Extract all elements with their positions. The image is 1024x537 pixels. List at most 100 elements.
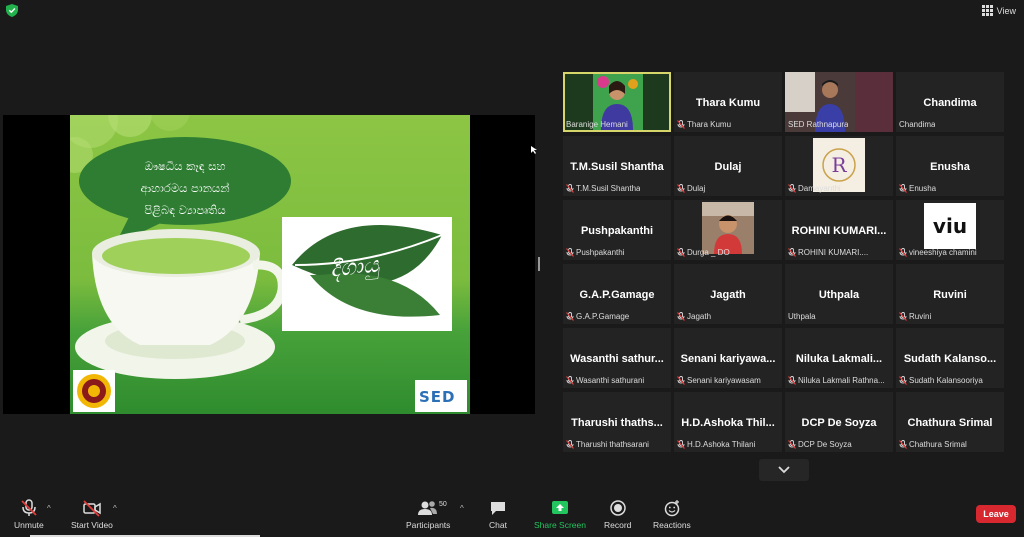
- participants-count: 50: [439, 501, 447, 508]
- participant-name: Niluka Lakmali Rathna...: [798, 376, 885, 385]
- participant-display-name: Niluka Lakmali...: [795, 353, 883, 365]
- leave-button[interactable]: Leave: [976, 505, 1016, 523]
- participants-options-caret-icon[interactable]: ^: [460, 504, 464, 513]
- reactions-label: Reactions: [653, 520, 691, 530]
- participant-tile[interactable]: Wasanthi sathur... Wasanthi sathurani: [563, 328, 671, 388]
- participant-tile[interactable]: viu vineeshiya chamini: [896, 200, 1004, 260]
- participant-name-tag: Uthpala: [788, 311, 816, 322]
- participant-tile[interactable]: Tharushi thaths... Tharushi thathsarani: [563, 392, 671, 452]
- participant-name-tag: Damayanthi: [788, 183, 841, 194]
- reactions-button[interactable]: Reactions: [653, 499, 691, 530]
- microphone-muted-icon: [566, 440, 574, 449]
- participant-display-name: ROHINI KUMARI...: [791, 225, 887, 237]
- participant-tile[interactable]: Chandima Chandima: [896, 72, 1004, 132]
- participant-tile[interactable]: Senani kariyawa... Senani kariyawasam: [674, 328, 782, 388]
- microphone-muted-icon: [677, 312, 685, 321]
- participant-name-tag: Enusha: [899, 183, 936, 194]
- share-screen-button[interactable]: Share Screen: [534, 499, 586, 530]
- participant-name-tag: Tharushi thathsarani: [566, 439, 649, 450]
- microphone-muted-icon: [677, 248, 685, 257]
- participant-tile[interactable]: SED Rathnapura: [785, 72, 893, 132]
- participant-name: Sudath Kalansooriya: [909, 376, 983, 385]
- participant-name-tag: Ruvini: [899, 311, 931, 322]
- gallery-next-page-button[interactable]: [759, 459, 809, 481]
- participant-name: T.M.Susil Shantha: [576, 184, 641, 193]
- unmute-label: Unmute: [14, 520, 44, 530]
- participant-display-name: G.A.P.Gamage: [579, 289, 655, 301]
- participant-name: Uthpala: [788, 312, 816, 321]
- participant-name-tag: DCP De Soyza: [788, 439, 852, 450]
- participant-name-tag: Durga _ DO: [677, 247, 730, 258]
- microphone-muted-icon: [566, 248, 574, 257]
- microphone-muted-icon: [566, 376, 574, 385]
- microphone-muted-icon: [566, 184, 574, 193]
- participant-name: G.A.P.Gamage: [576, 312, 630, 321]
- participant-tile[interactable]: Durga _ DO: [674, 200, 782, 260]
- participant-tile[interactable]: Chathura Srimal Chathura Srimal: [896, 392, 1004, 452]
- share-screen-icon: [551, 501, 568, 514]
- participant-name-tag: Pushpakanthi: [566, 247, 624, 258]
- participant-display-name: Enusha: [930, 161, 970, 173]
- microphone-muted-icon: [788, 440, 796, 449]
- participant-tile[interactable]: G.A.P.Gamage G.A.P.Gamage: [563, 264, 671, 324]
- slide-bubble-text: ඖෂධීය කෑඳ සහ ආහාරමය පානයන් පිළිබඳ ව්‍යාප…: [90, 155, 280, 221]
- participant-tile[interactable]: H.D.Ashoka Thil... H.D.Ashoka Thilani: [674, 392, 782, 452]
- participant-tile[interactable]: Uthpala Uthpala: [785, 264, 893, 324]
- participant-gallery: Baranige Hemani Thara Kumu Thara Kumu SED R…: [563, 72, 1004, 452]
- participant-display-name: Thara Kumu: [695, 97, 761, 109]
- participant-tile[interactable]: Baranige Hemani: [563, 72, 671, 132]
- bubble-line-3: පිළිබඳ ව්‍යාපෘතිය: [144, 203, 226, 217]
- participant-tile[interactable]: Jagath Jagath: [674, 264, 782, 324]
- participants-button[interactable]: Participants 50: [406, 499, 450, 530]
- participant-display-name: Senani kariyawa...: [680, 353, 776, 365]
- meeting-top-bar: View: [0, 0, 1024, 22]
- participant-tile[interactable]: T.M.Susil Shantha T.M.Susil Shantha: [563, 136, 671, 196]
- participant-tile[interactable]: Ruvini Ruvini: [896, 264, 1004, 324]
- participant-tile[interactable]: Niluka Lakmali... Niluka Lakmali Rathna..…: [785, 328, 893, 388]
- microphone-muted-icon: [899, 184, 907, 193]
- participants-icon: [418, 501, 438, 515]
- microphone-muted-icon: [677, 184, 685, 193]
- participant-name-tag: Jagath: [677, 311, 711, 322]
- participant-name: Thara Kumu: [687, 120, 732, 129]
- participant-tile[interactable]: Enusha Enusha: [896, 136, 1004, 196]
- participant-name: Pushpakanthi: [576, 248, 625, 257]
- participant-tile[interactable]: ROHINI KUMARI... ROHINI KUMARI....: [785, 200, 893, 260]
- microphone-muted-icon: [899, 440, 907, 449]
- chat-button[interactable]: Chat: [489, 499, 507, 530]
- participant-name-tag: Chathura Srimal: [899, 439, 967, 450]
- start-video-button[interactable]: Start Video: [71, 499, 113, 530]
- microphone-muted-icon: [788, 248, 796, 257]
- chat-icon: [491, 502, 505, 515]
- participant-name: H.D.Ashoka Thilani: [687, 440, 756, 449]
- participant-tile[interactable]: Sudath Kalanso... Sudath Kalansooriya: [896, 328, 1004, 388]
- microphone-muted-icon: [677, 440, 685, 449]
- participant-name: Wasanthi sathurani: [576, 376, 645, 385]
- audio-options-caret-icon[interactable]: ^: [47, 504, 51, 513]
- participant-tile[interactable]: Dulaj Dulaj: [674, 136, 782, 196]
- participant-name-tag: G.A.P.Gamage: [566, 311, 629, 322]
- participant-tile[interactable]: Thara Kumu Thara Kumu: [674, 72, 782, 132]
- participant-profile-logo: viu: [924, 203, 976, 249]
- record-button[interactable]: Record: [604, 499, 631, 530]
- sed-logo-text: SED: [419, 388, 456, 406]
- encryption-shield-icon[interactable]: [6, 4, 18, 17]
- participant-name: Enusha: [909, 184, 937, 193]
- unmute-button[interactable]: Unmute: [14, 499, 44, 530]
- video-options-caret-icon[interactable]: ^: [113, 504, 117, 513]
- view-button-label: View: [996, 5, 1016, 16]
- shared-screen[interactable]: ඖෂධීය කෑඳ සහ ආහාරමය පානයන් පිළිබඳ ව්‍යාප…: [3, 115, 535, 414]
- chat-label: Chat: [489, 520, 507, 530]
- participant-tile[interactable]: R Damayanthi: [785, 136, 893, 196]
- participant-name: Durga _ DO: [687, 248, 730, 257]
- view-button[interactable]: View: [981, 3, 1016, 18]
- split-divider-handle[interactable]: [538, 257, 540, 271]
- microphone-muted-icon: [677, 120, 685, 129]
- participant-name-tag: Sudath Kalansooriya: [899, 375, 983, 386]
- participant-tile[interactable]: Pushpakanthi Pushpakanthi: [563, 200, 671, 260]
- video-off-icon: [83, 500, 101, 517]
- participant-name-tag: SED Rathnapura: [788, 119, 848, 130]
- participant-tile[interactable]: DCP De Soyza DCP De Soyza: [785, 392, 893, 452]
- participant-display-name: H.D.Ashoka Thil...: [681, 417, 775, 429]
- chevron-down-icon: [778, 466, 790, 474]
